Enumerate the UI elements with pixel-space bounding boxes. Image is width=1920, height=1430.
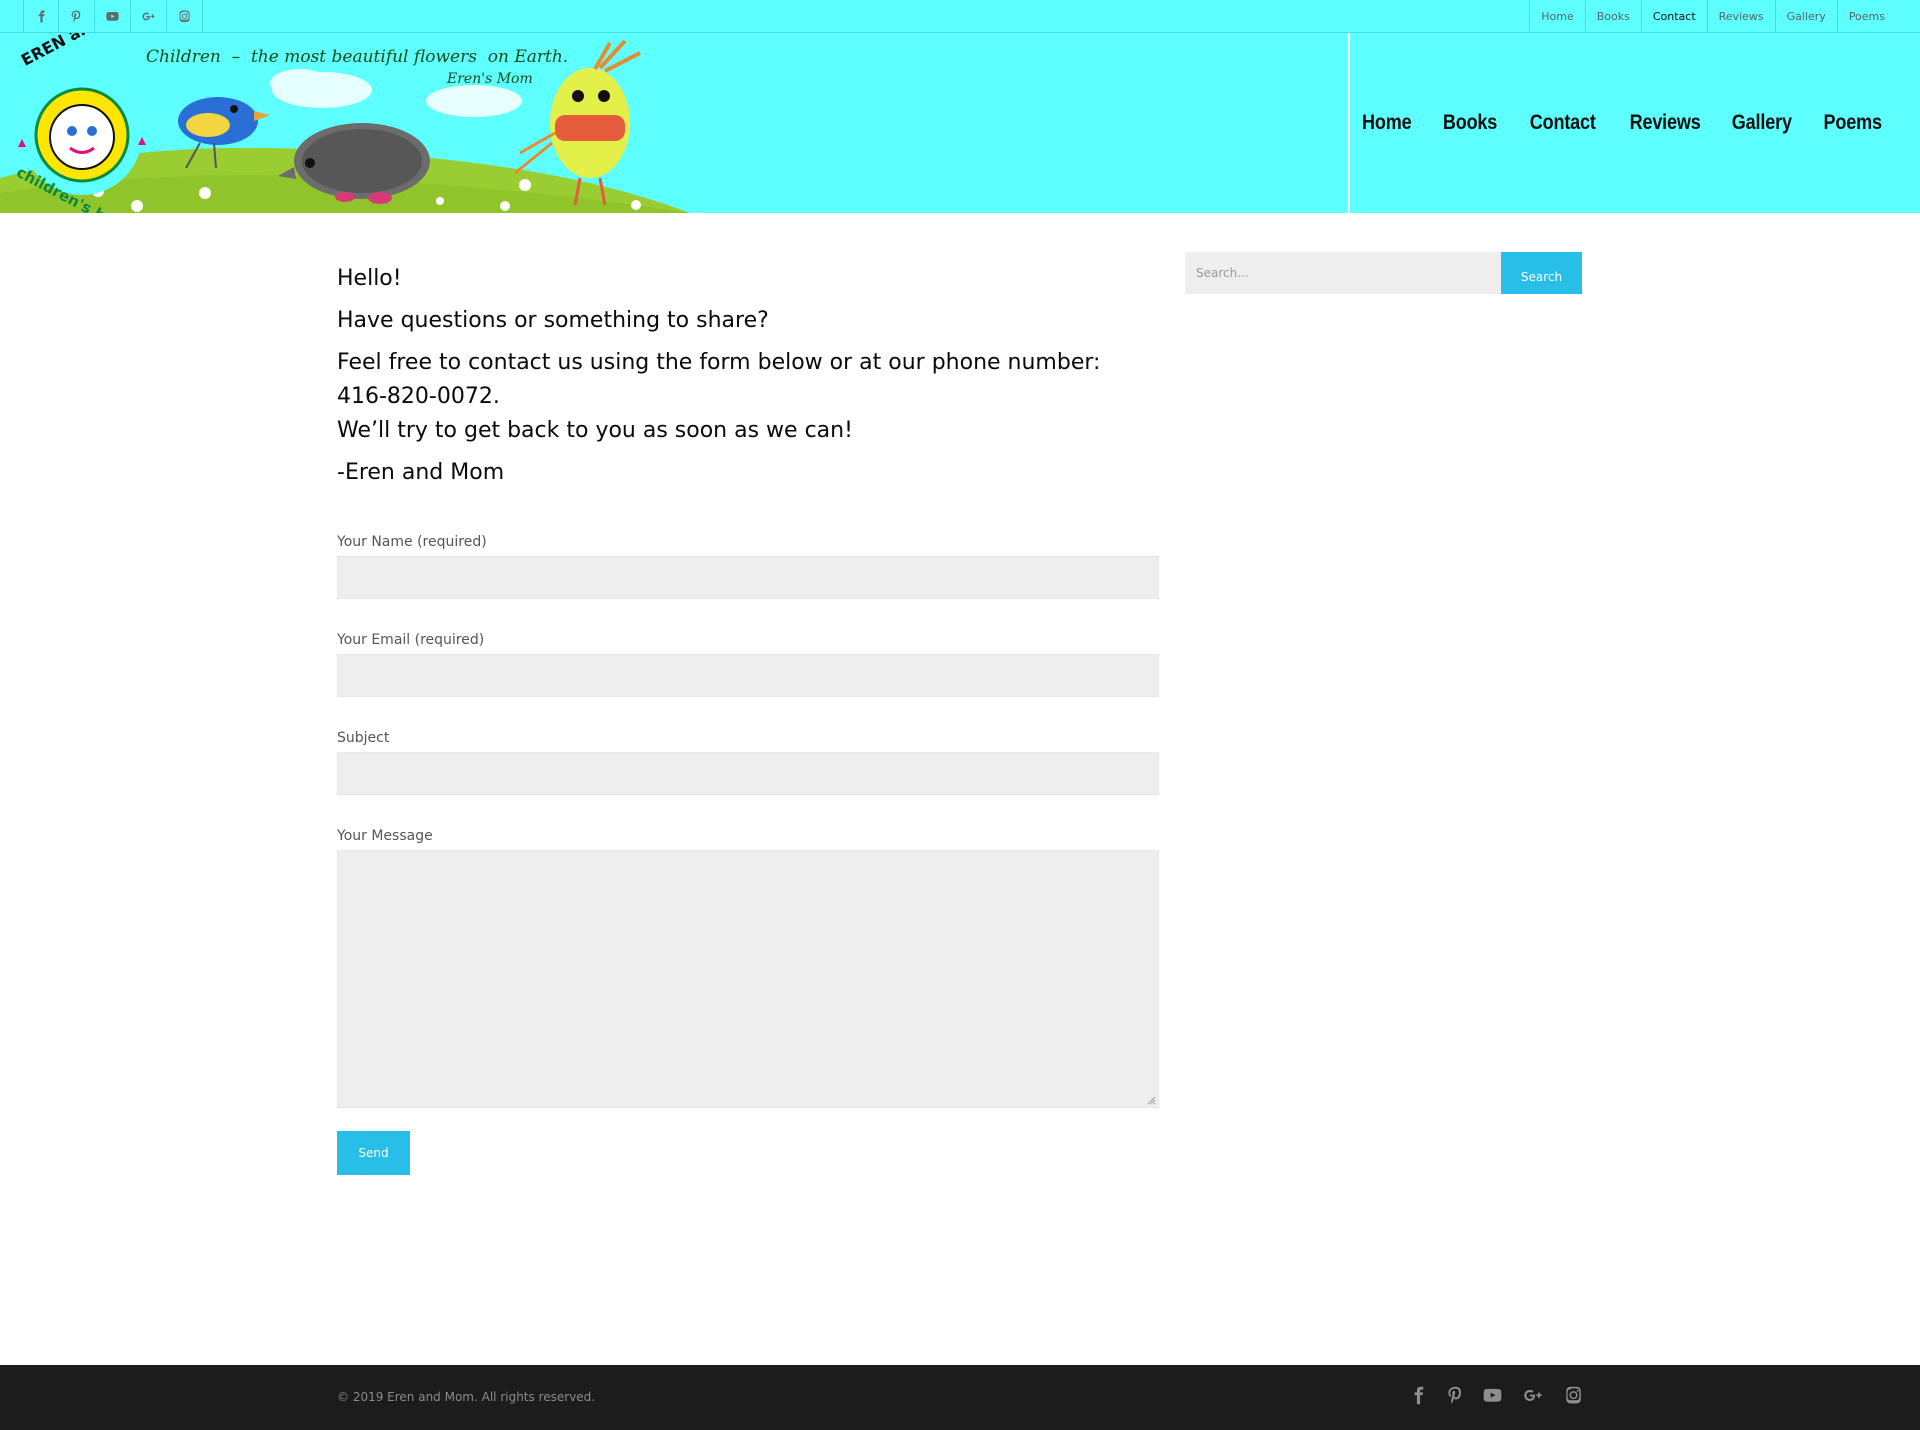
- site-footer: © 2019 Eren and Mom. All rights reserved…: [0, 1365, 1920, 1430]
- footer-pinterest-link[interactable]: [1446, 1386, 1465, 1409]
- top-nav-poems[interactable]: Poems: [1836, 0, 1896, 33]
- google-plus-icon: [142, 12, 155, 21]
- copyright-text: © 2019 Eren and Mom. All rights reserved…: [337, 1390, 596, 1404]
- message-field[interactable]: [337, 850, 1159, 1108]
- pinterest-icon: [71, 10, 81, 23]
- search-button[interactable]: Search: [1501, 252, 1582, 294]
- nav-books[interactable]: Books: [1443, 111, 1498, 135]
- search-input[interactable]: Search...: [1185, 252, 1501, 294]
- top-social-links: [23, 0, 203, 33]
- email-field[interactable]: [337, 654, 1159, 697]
- intro-question: Have questions or something to share?: [337, 308, 769, 333]
- nav-home[interactable]: Home: [1362, 111, 1412, 135]
- subject-label: Subject: [337, 730, 390, 746]
- top-nav-contact[interactable]: Contact: [1640, 0, 1707, 33]
- footer-youtube-link[interactable]: [1483, 1386, 1502, 1409]
- intro-contact-line: Feel free to contact us using the form b…: [337, 350, 1101, 375]
- intro-phone: 416-820-0072.: [337, 384, 500, 409]
- pinterest-link[interactable]: [59, 0, 95, 33]
- facebook-link[interactable]: [23, 0, 59, 33]
- name-label: Your Name (required): [337, 534, 487, 550]
- banner-tagline-author: Eren's Mom: [447, 71, 533, 87]
- email-label: Your Email (required): [337, 632, 485, 648]
- contact-form: Your Name (required) Your Email (require…: [337, 532, 1159, 1108]
- intro-greeting: Hello!: [337, 266, 402, 291]
- top-nav: Home Books Contact Reviews Gallery Poems: [1529, 0, 1896, 33]
- intro-reply-line: We’ll try to get back to you as soon as …: [337, 418, 853, 443]
- header-banner[interactable]: EREN and MOM children's books Children –…: [0, 33, 690, 213]
- facebook-icon: [1414, 1386, 1424, 1405]
- instagram-icon: [1566, 1386, 1581, 1404]
- instagram-icon: [179, 10, 190, 22]
- footer-facebook-link[interactable]: [1409, 1386, 1428, 1409]
- site-header: EREN and MOM children's books Children –…: [0, 33, 1920, 213]
- footer-social-links: [1409, 1365, 1583, 1430]
- facebook-icon: [38, 10, 45, 23]
- contact-intro: Hello! Have questions or something to sh…: [337, 262, 1159, 490]
- top-bar: Home Books Contact Reviews Gallery Poems: [0, 0, 1920, 33]
- top-nav-books[interactable]: Books: [1584, 0, 1641, 33]
- send-button[interactable]: Send: [337, 1131, 410, 1175]
- nav-poems[interactable]: Poems: [1824, 111, 1883, 135]
- main-nav: Home Books Contact Reviews Gallery Poems: [1332, 33, 1882, 213]
- top-nav-gallery[interactable]: Gallery: [1774, 0, 1837, 33]
- footer-google-plus-link[interactable]: [1520, 1386, 1546, 1409]
- google-plus-icon: [1524, 1389, 1542, 1401]
- top-nav-reviews[interactable]: Reviews: [1706, 0, 1775, 33]
- instagram-link[interactable]: [167, 0, 203, 33]
- banner-tagline: Children – the most beautiful flowers on…: [146, 47, 569, 67]
- name-field[interactable]: [337, 556, 1159, 599]
- message-label: Your Message: [337, 828, 433, 844]
- pinterest-icon: [1448, 1386, 1462, 1404]
- youtube-icon: [1483, 1388, 1502, 1402]
- nav-gallery[interactable]: Gallery: [1732, 111, 1792, 135]
- intro-signature: -Eren and Mom: [337, 460, 505, 485]
- footer-instagram-link[interactable]: [1564, 1386, 1583, 1409]
- nav-reviews[interactable]: Reviews: [1629, 111, 1700, 135]
- sidebar-search: Search... Search: [1185, 252, 1582, 294]
- subject-field[interactable]: [337, 752, 1159, 795]
- top-nav-home[interactable]: Home: [1529, 0, 1584, 33]
- youtube-icon: [106, 11, 119, 21]
- google-plus-link[interactable]: [131, 0, 167, 33]
- resize-grip-icon[interactable]: [1147, 1096, 1156, 1105]
- youtube-link[interactable]: [95, 0, 131, 33]
- nav-contact[interactable]: Contact: [1530, 111, 1596, 135]
